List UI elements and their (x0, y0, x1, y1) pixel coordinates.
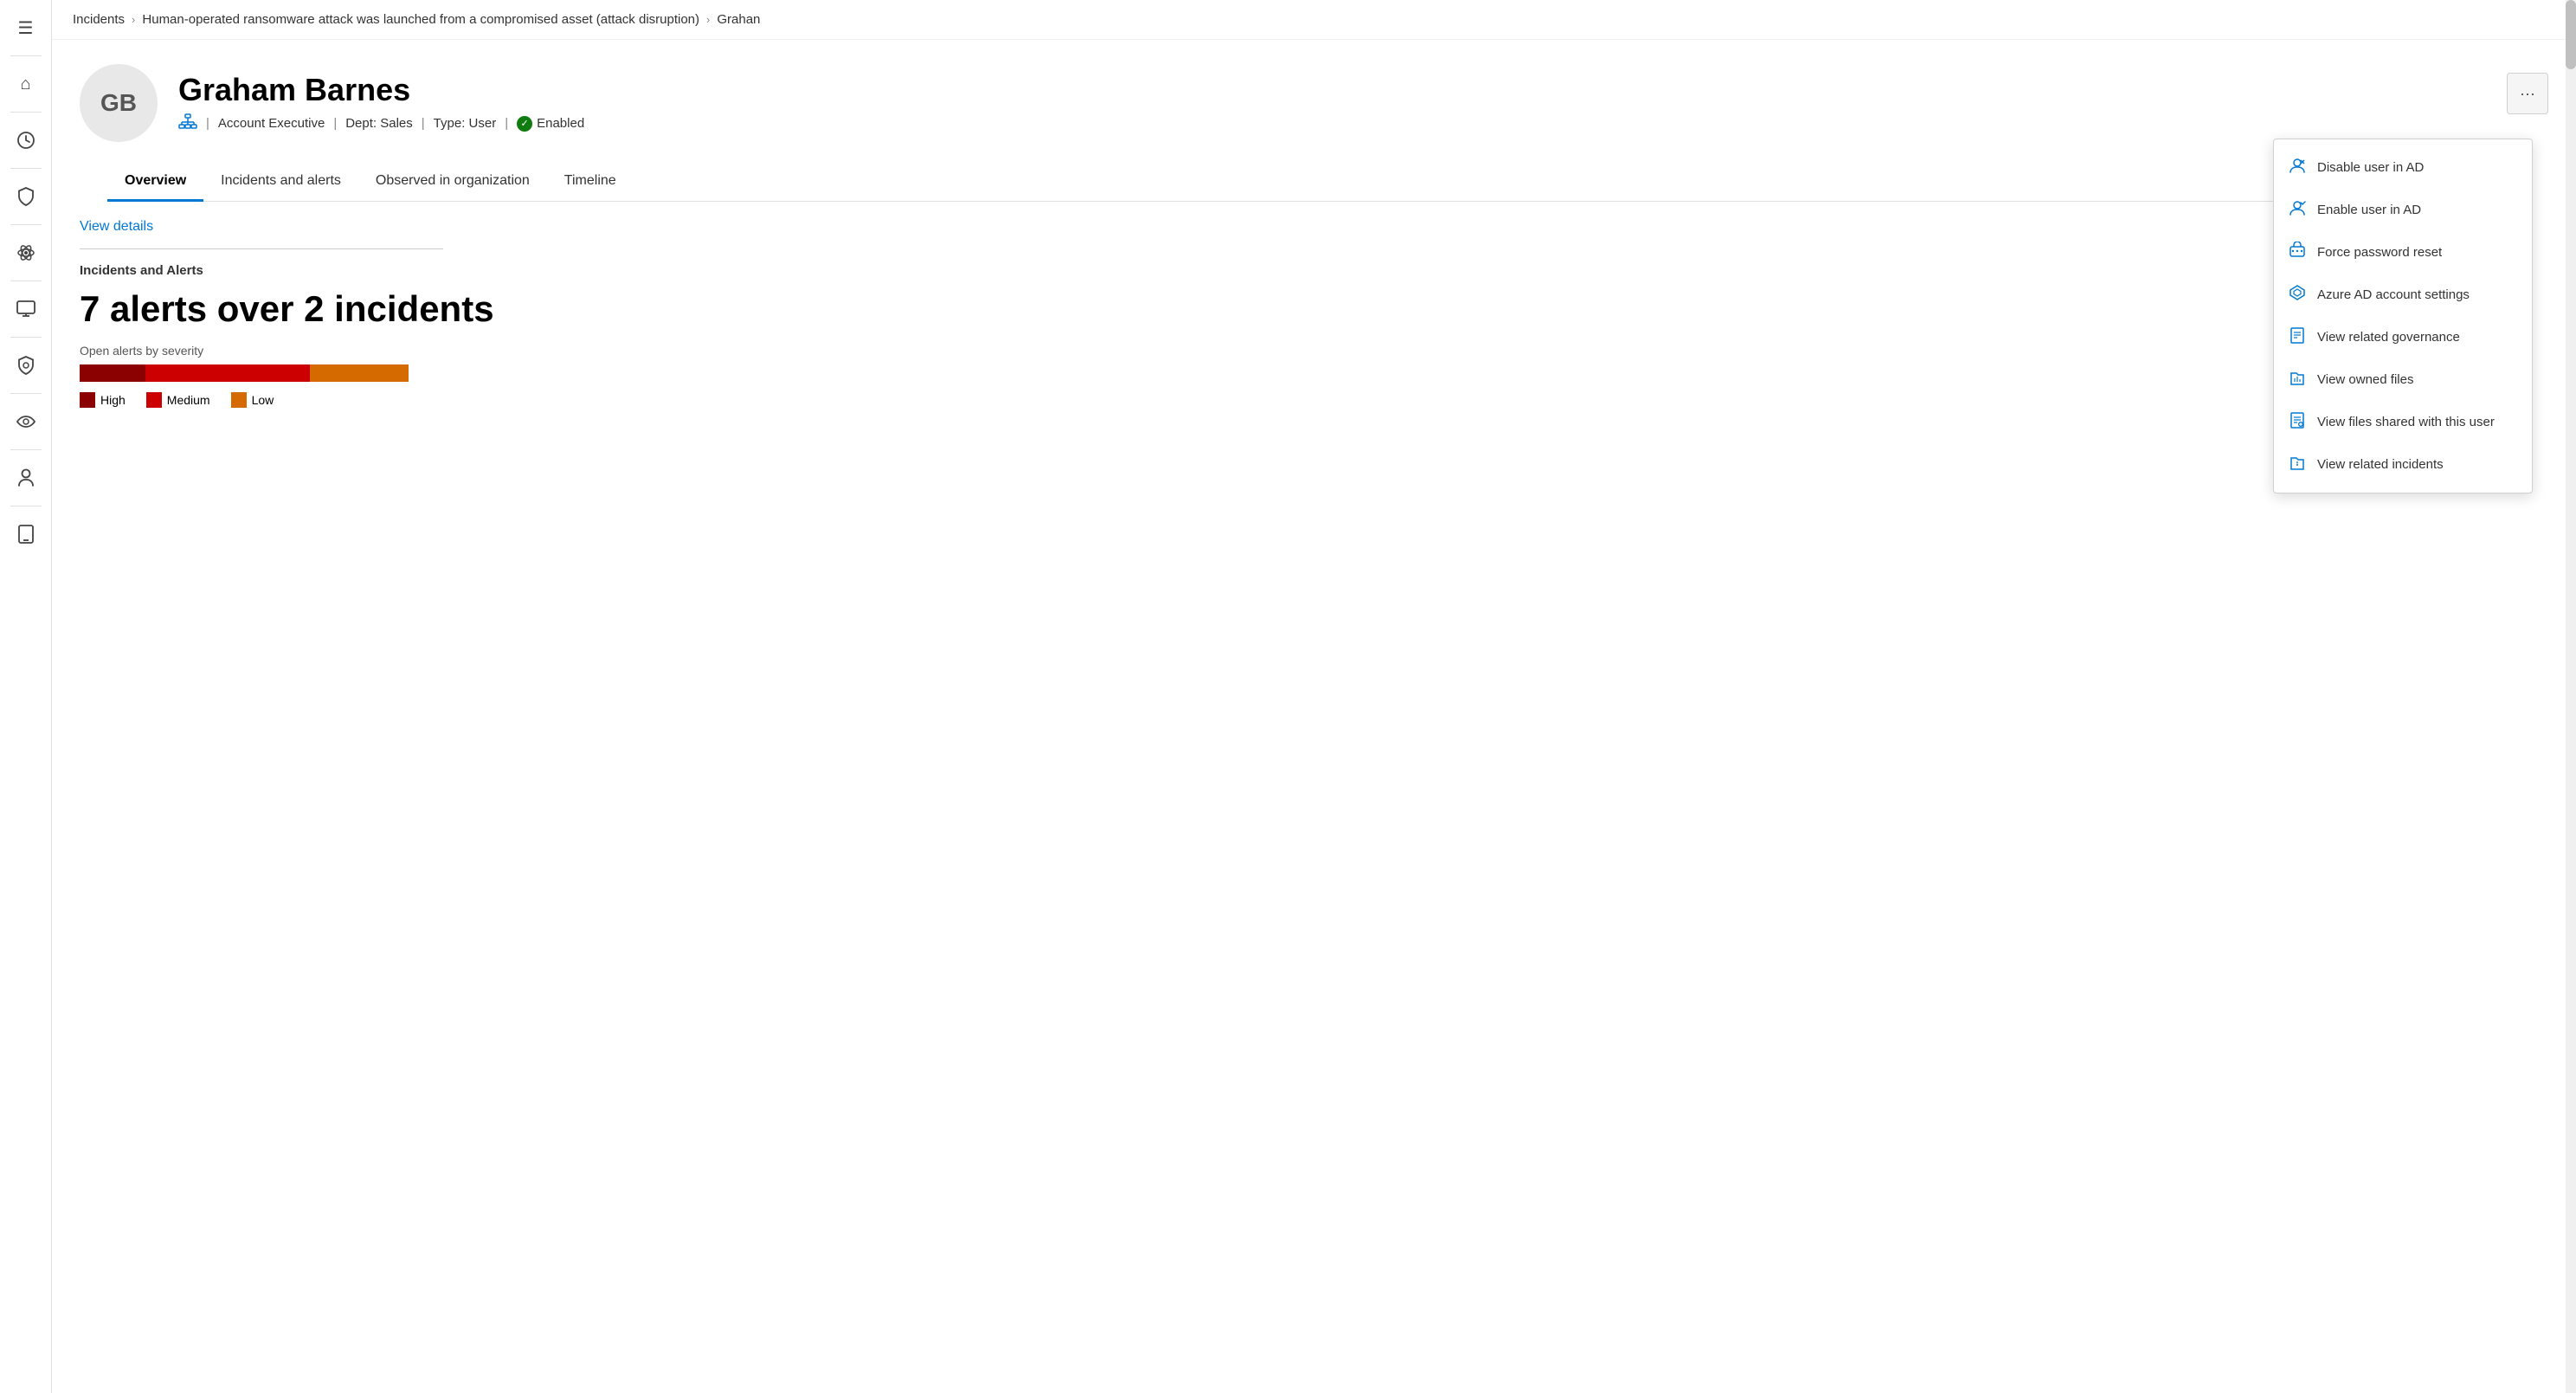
sidebar-divider-3 (10, 168, 42, 169)
breadcrumb-incident-name[interactable]: Human-operated ransomware attack was lau… (142, 12, 699, 27)
dropdown-view-owned[interactable]: View owned files (2274, 358, 2532, 401)
incidents-label: Incidents and Alerts (80, 263, 2548, 278)
recent-icon[interactable] (7, 121, 45, 159)
dropdown-enable-ad[interactable]: Enable user in AD (2274, 189, 2532, 231)
home-icon[interactable]: ⌂ (7, 65, 45, 103)
sidebar-divider-1 (10, 55, 42, 56)
view-details-link[interactable]: View details (80, 219, 153, 235)
meta-sep-4: | (505, 116, 508, 131)
legend-label-medium: Medium (167, 393, 210, 407)
severity-bar (80, 364, 409, 382)
breadcrumb-current: Grahan (717, 12, 760, 27)
tab-observed[interactable]: Observed in organization (358, 163, 547, 202)
dropdown-force-reset[interactable]: Force password reset (2274, 231, 2532, 274)
profile-name: Graham Barnes (178, 73, 2486, 107)
profile-dept: Dept: Sales (345, 116, 413, 131)
view-owned-icon (2288, 369, 2307, 390)
bar-low (310, 364, 409, 382)
device-icon[interactable] (7, 515, 45, 553)
profile-meta: | Account Executive | Dept: Sales | Type… (178, 113, 2486, 133)
profile-title: Account Executive (218, 116, 325, 131)
legend-dot-medium (146, 392, 162, 408)
legend: High Medium Low (80, 392, 2548, 408)
monitor-icon[interactable] (7, 290, 45, 328)
breadcrumb-incidents[interactable]: Incidents (73, 12, 125, 27)
dropdown-view-shared[interactable]: View files shared with this user (2274, 401, 2532, 443)
scrollbar-thumb[interactable] (2566, 0, 2576, 69)
legend-item-high: High (80, 392, 126, 408)
org-chart-icon (178, 113, 197, 133)
enable-ad-label: Enable user in AD (2317, 203, 2421, 217)
shield-icon[interactable] (7, 177, 45, 216)
enabled-badge: ✓ Enabled (517, 116, 584, 132)
bar-medium (145, 364, 310, 382)
meta-sep-2: | (333, 116, 337, 131)
content-area: View details Incidents and Alerts 7 aler… (52, 202, 2576, 1393)
legend-dot-low (231, 392, 247, 408)
view-governance-label: View related governance (2317, 330, 2460, 345)
sidebar-divider-2 (10, 112, 42, 113)
view-incidents-icon (2288, 454, 2307, 475)
menu-icon[interactable]: ☰ (7, 9, 45, 47)
dropdown-view-incidents[interactable]: View related incidents (2274, 443, 2532, 486)
view-shared-icon (2288, 411, 2307, 433)
view-shared-label: View files shared with this user (2317, 415, 2495, 429)
profile-type: Type: User (434, 116, 497, 131)
severity-label: Open alerts by severity (80, 344, 2548, 358)
force-reset-icon (2288, 242, 2307, 263)
sidebar: ☰ ⌂ (0, 0, 52, 1393)
person-icon[interactable] (7, 459, 45, 497)
meta-sep-1: | (206, 116, 209, 131)
meta-sep-3: | (422, 116, 425, 131)
tabs: Overview Incidents and alerts Observed i… (107, 163, 2521, 202)
eye-icon[interactable] (7, 403, 45, 441)
enabled-dot: ✓ (517, 116, 532, 132)
disable-ad-icon (2288, 157, 2307, 178)
dropdown-view-governance[interactable]: View related governance (2274, 316, 2532, 358)
more-options-button[interactable]: ··· (2507, 73, 2548, 114)
breadcrumb: Incidents › Human-operated ransomware at… (52, 0, 2576, 40)
profile-header: GB Graham Barnes (80, 64, 2548, 142)
sidebar-divider-7 (10, 393, 42, 394)
profile-section: GB Graham Barnes (52, 40, 2576, 202)
azure-ad-icon (2288, 284, 2307, 306)
section-divider (80, 248, 443, 249)
legend-label-low: Low (252, 393, 274, 407)
sidebar-divider-4 (10, 224, 42, 225)
tab-incidents-alerts[interactable]: Incidents and alerts (203, 163, 358, 202)
enable-ad-icon (2288, 199, 2307, 221)
main-content: Incidents › Human-operated ransomware at… (52, 0, 2576, 1393)
legend-item-low: Low (231, 392, 274, 408)
disable-ad-label: Disable user in AD (2317, 160, 2424, 175)
dropdown-azure-ad[interactable]: Azure AD account settings (2274, 274, 2532, 316)
view-governance-icon (2288, 326, 2307, 348)
breadcrumb-sep-2: › (706, 13, 710, 26)
legend-dot-high (80, 392, 95, 408)
tab-timeline[interactable]: Timeline (547, 163, 634, 202)
atom-icon[interactable] (7, 234, 45, 272)
legend-label-high: High (100, 393, 126, 407)
force-reset-label: Force password reset (2317, 245, 2442, 260)
view-owned-label: View owned files (2317, 372, 2413, 387)
bar-high (80, 364, 145, 382)
avatar: GB (80, 64, 158, 142)
scrollbar[interactable] (2566, 0, 2576, 1393)
tab-overview[interactable]: Overview (107, 163, 203, 202)
dropdown-menu: Disable user in AD Enable user in AD For… (2273, 139, 2533, 493)
alerts-count: 7 alerts over 2 incidents (80, 288, 2548, 330)
legend-item-medium: Medium (146, 392, 210, 408)
enabled-label: Enabled (537, 116, 584, 131)
profile-info: Graham Barnes (178, 73, 2486, 134)
breadcrumb-sep-1: › (132, 13, 135, 26)
dropdown-disable-ad[interactable]: Disable user in AD (2274, 146, 2532, 189)
sidebar-divider-6 (10, 337, 42, 338)
azure-ad-label: Azure AD account settings (2317, 287, 2470, 302)
shield2-icon[interactable] (7, 346, 45, 384)
view-incidents-label: View related incidents (2317, 457, 2444, 472)
sidebar-divider-8 (10, 449, 42, 450)
